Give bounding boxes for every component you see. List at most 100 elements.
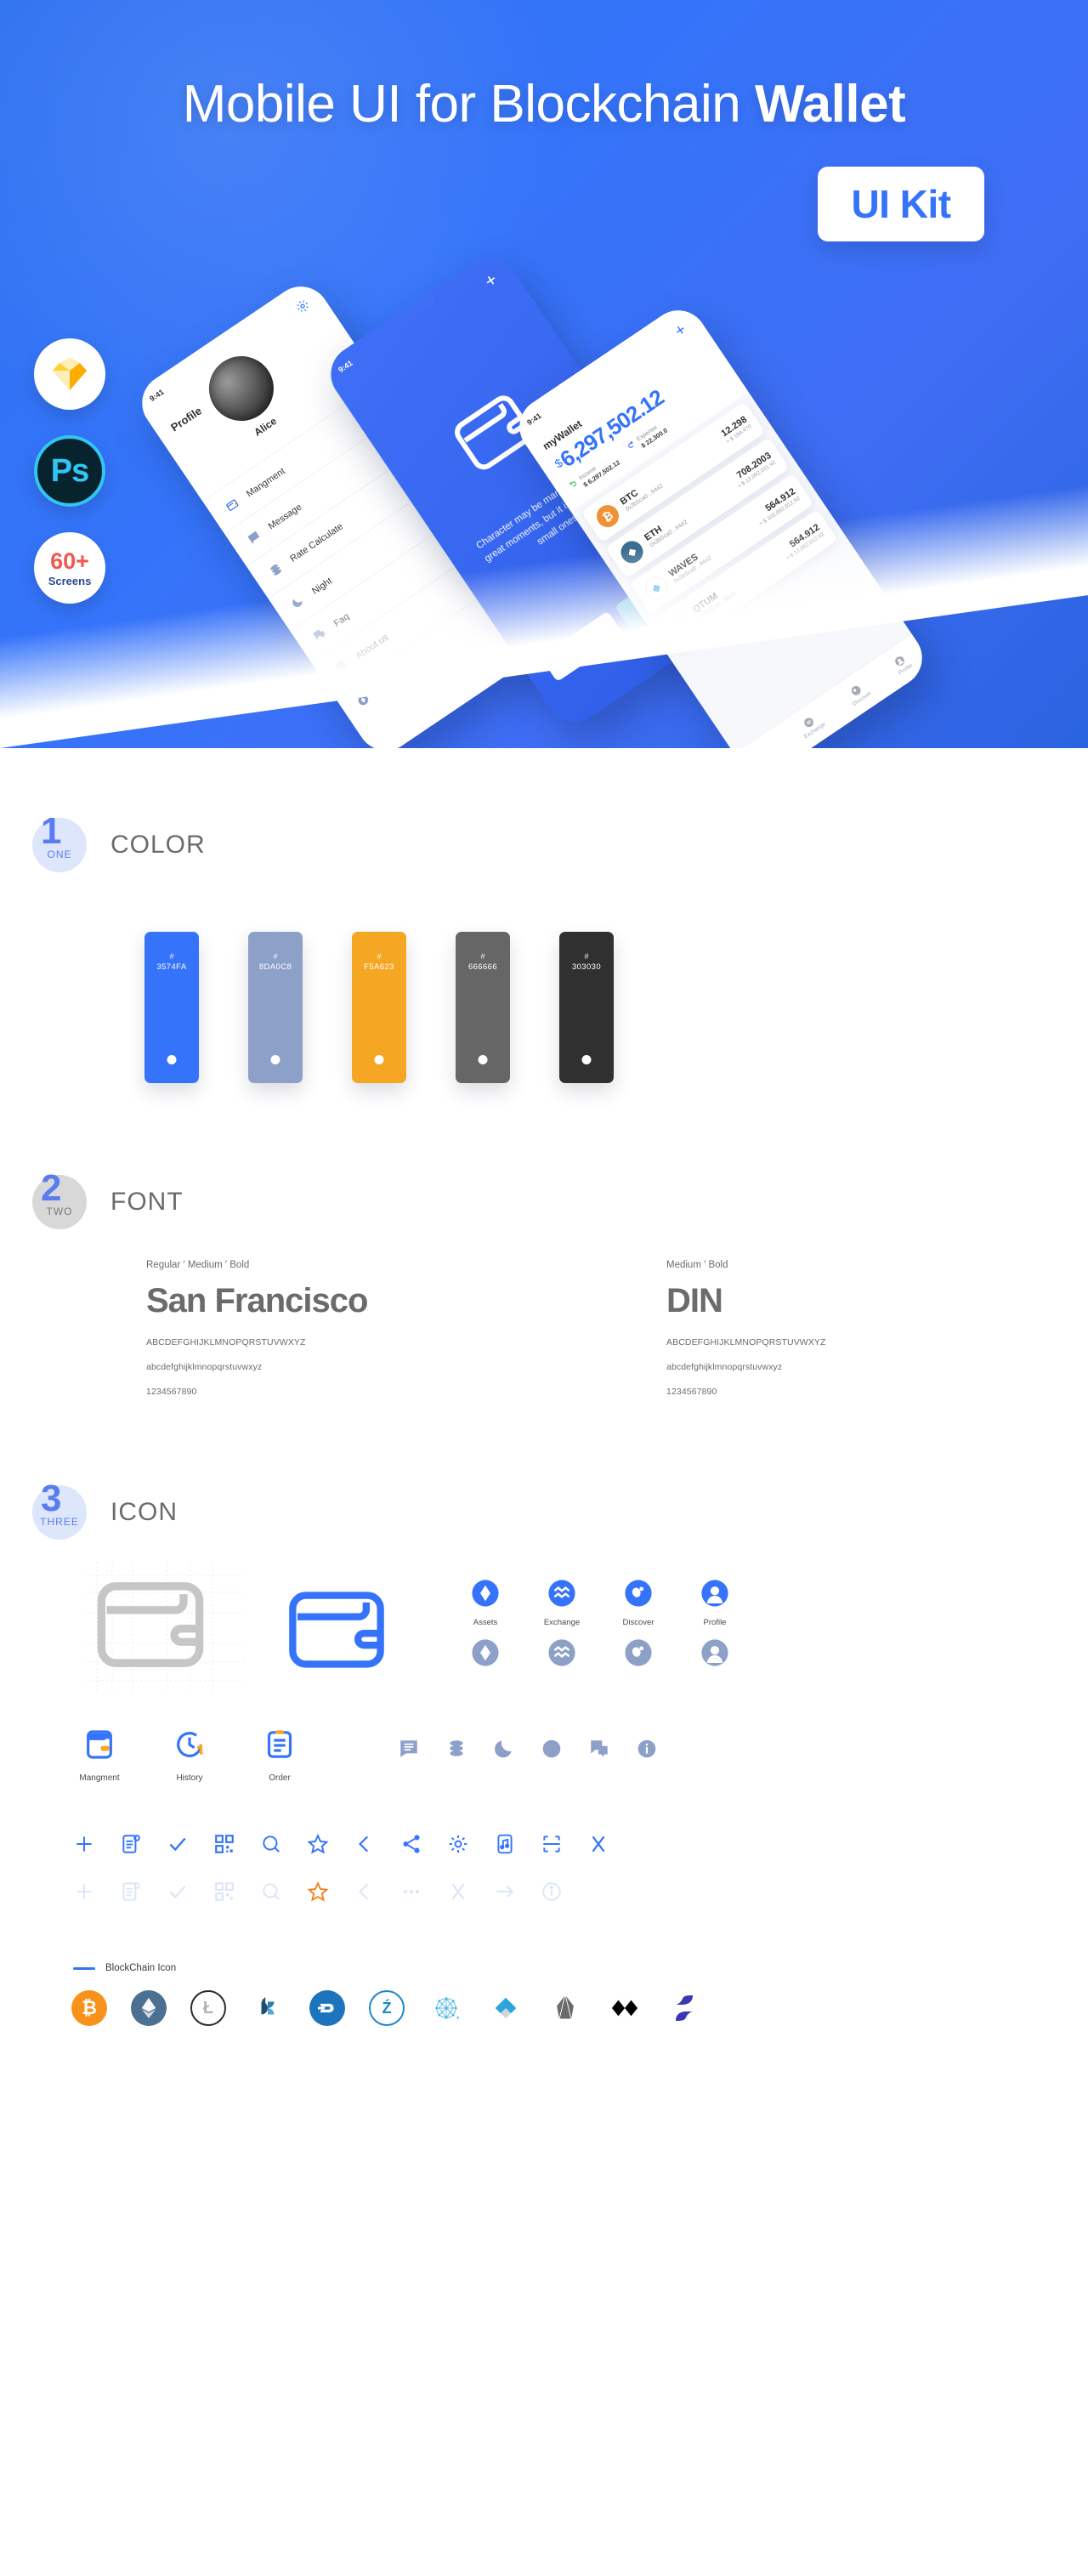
profile-title: Profile: [168, 404, 205, 434]
misc-icon-list: [398, 1738, 658, 1760]
swatch-hex: 3574FA: [156, 962, 187, 973]
search-icon[interactable]: [260, 1881, 282, 1903]
waves-icon[interactable]: [488, 1990, 524, 2026]
icon-showcase-row: Assets Exchange Discover Profile: [0, 1540, 1088, 1691]
tab-discover[interactable]: Discover: [844, 679, 872, 707]
ui-kit-badge-label: UI Kit: [851, 182, 951, 226]
check-icon[interactable]: [167, 1881, 189, 1903]
chevron-left-icon[interactable]: [354, 1881, 376, 1903]
discover-icon: [625, 1639, 652, 1666]
star-filled-icon[interactable]: [307, 1881, 329, 1903]
section-number: 1: [41, 810, 62, 852]
list-item-label: Message: [266, 502, 304, 532]
note-settings-icon[interactable]: [120, 1833, 142, 1855]
card-music-icon[interactable]: [494, 1833, 516, 1855]
font-weights: Regular ′ Medium ′ Bold: [146, 1260, 250, 1270]
chevron-left-icon[interactable]: [354, 1833, 376, 1855]
message-icon[interactable]: [398, 1738, 420, 1760]
screens-count-badge: 60+ Screens: [34, 532, 105, 604]
swatch-dot: [478, 1055, 488, 1064]
wallet-icon: [220, 493, 244, 517]
section-number-badge: 2 TWO: [32, 1170, 87, 1229]
gear-icon[interactable]: [293, 297, 314, 319]
section-title: FONT: [110, 1188, 184, 1216]
litecoin-icon[interactable]: Ł: [190, 1990, 226, 2026]
scan-frame-icon[interactable]: [541, 1833, 563, 1855]
ui-kit-presentation: Mobile UI for Blockchain Wallet UI Kit P…: [0, 0, 1088, 2576]
function-icon-row: Mangment History Order: [0, 1678, 1088, 1783]
section-number: 2: [41, 1167, 62, 1209]
function-icon-label: History: [176, 1773, 203, 1783]
search-icon[interactable]: [260, 1833, 282, 1855]
bitcoin-icon[interactable]: ₿: [71, 1990, 107, 2026]
wanchain-icon[interactable]: [607, 1990, 643, 2026]
page-title-bold: Wallet: [754, 75, 906, 133]
plus-icon[interactable]: [73, 1833, 95, 1855]
section-title: COLOR: [110, 831, 206, 859]
swatch-hash: #: [584, 952, 589, 961]
exchange-icon: [548, 1580, 575, 1607]
eos-icon[interactable]: [547, 1990, 583, 2026]
zcash-icon[interactable]: Ź: [369, 1990, 405, 2026]
more-icon[interactable]: [400, 1881, 422, 1903]
arrow-right-icon[interactable]: [494, 1881, 516, 1903]
income-arrow-icon: [570, 481, 576, 487]
plus-icon[interactable]: [73, 1881, 95, 1903]
moon-icon[interactable]: [493, 1738, 515, 1760]
nav-icon-list: Assets Exchange Discover Profile: [461, 1579, 740, 1671]
info-icon[interactable]: [636, 1738, 658, 1760]
toolbar-row-primary: [73, 1827, 1088, 1861]
close-icon[interactable]: [447, 1881, 469, 1903]
wallet-tab-bar: Assets Exchange Discover Profile: [734, 633, 933, 748]
order-list-icon: [267, 1730, 292, 1758]
color-swatch: # 3574FA: [144, 932, 199, 1083]
note-settings-icon[interactable]: [120, 1881, 142, 1903]
font-lowercase: abcdefghijklmnopqrstuvwxyz: [146, 1362, 263, 1372]
tab-exchange[interactable]: Exchange: [796, 711, 826, 740]
nav-icon-exchange[interactable]: Exchange: [537, 1579, 586, 1671]
nav-icon-profile[interactable]: Profile: [690, 1579, 740, 1671]
circle-icon[interactable]: [541, 1738, 563, 1760]
color-swatch: # F5A623: [352, 932, 406, 1083]
share-icon[interactable]: [400, 1833, 422, 1855]
discover-icon: [625, 1580, 652, 1607]
qrcode-icon[interactable]: [213, 1881, 235, 1903]
info-circle-icon[interactable]: [541, 1881, 563, 1903]
faq-icon[interactable]: [588, 1738, 610, 1760]
function-icon-mangment[interactable]: Mangment: [73, 1728, 126, 1783]
wallet-outline-icon: [97, 1582, 204, 1667]
nav-icon-assets[interactable]: Assets: [461, 1579, 510, 1671]
nem-icon[interactable]: [428, 1990, 464, 2026]
section-number-word: THREE: [40, 1516, 79, 1528]
qrcode-icon[interactable]: [213, 1833, 235, 1855]
plus-icon[interactable]: +: [480, 269, 502, 293]
swatch-hex: 666666: [468, 962, 498, 973]
sketch-badge: [34, 338, 105, 410]
list-item-label: Mangment: [244, 465, 287, 499]
font-weights: Medium ′ Bold: [666, 1260, 728, 1270]
nav-icon-discover[interactable]: Discover: [614, 1579, 663, 1671]
function-icon-order[interactable]: Order: [253, 1728, 306, 1783]
gear-icon[interactable]: [447, 1833, 469, 1855]
history-clock-icon: [177, 1732, 203, 1757]
function-icon-history[interactable]: History: [163, 1728, 216, 1783]
page-title-regular: Mobile UI for Blockchain: [182, 75, 755, 133]
exchange-icon: [548, 1639, 575, 1666]
tab-profile[interactable]: Profile: [890, 652, 914, 676]
section-number-badge: 3 THREE: [32, 1480, 87, 1540]
close-icon[interactable]: [587, 1833, 609, 1855]
check-icon[interactable]: [167, 1833, 189, 1855]
dash-icon[interactable]: [309, 1990, 345, 2026]
color-swatch: # 8DA0C8: [248, 932, 303, 1083]
screens-label: Screens: [48, 574, 92, 587]
stack-icon[interactable]: [445, 1738, 468, 1760]
page-title: Mobile UI for Blockchain Wallet: [0, 78, 1088, 131]
bitshares-icon[interactable]: [250, 1990, 286, 2026]
star-icon[interactable]: [307, 1833, 329, 1855]
swatch-dot: [581, 1055, 592, 1064]
nebulas-icon[interactable]: [666, 1990, 702, 2026]
ethereum-icon[interactable]: [131, 1990, 167, 2026]
blockchain-icon-header: BlockChain Icon: [0, 1909, 1088, 1973]
swatch-hash: #: [273, 952, 278, 961]
nav-icon-label: Exchange: [543, 1618, 581, 1627]
